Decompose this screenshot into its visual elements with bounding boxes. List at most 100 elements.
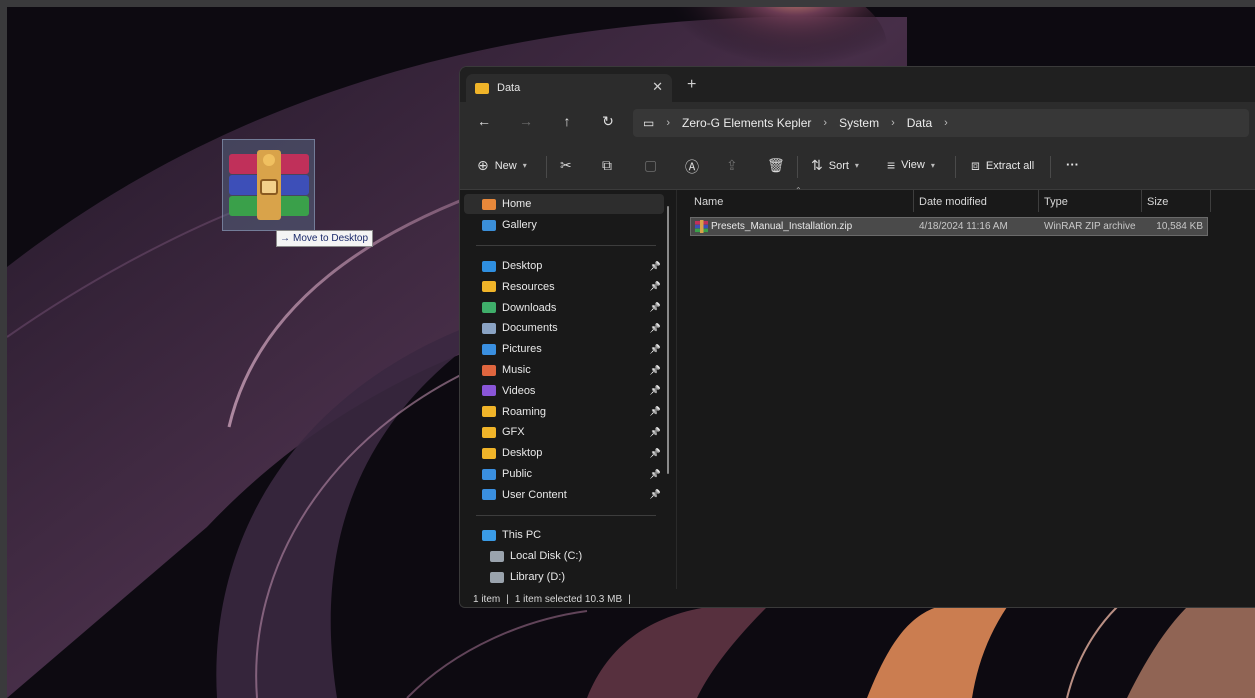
pin-icon[interactable]: 📌 (650, 323, 661, 334)
pin-icon[interactable]: 📌 (650, 385, 661, 396)
tab-data[interactable]: Data ✕ (466, 74, 672, 102)
refresh-icon[interactable]: ↻ (598, 113, 618, 130)
sidebar-item[interactable]: Desktop 📌 (464, 443, 664, 463)
chevron-right-icon[interactable]: › (891, 117, 895, 129)
up-arrow-icon[interactable]: ↑ (557, 113, 577, 129)
sort-icon: ⇅ (811, 157, 823, 173)
close-tab-icon[interactable]: ✕ (652, 79, 663, 95)
column-header-type[interactable]: Type (1044, 196, 1068, 208)
chevron-right-icon[interactable]: › (944, 117, 948, 129)
sidebar-item-label: Local Disk (C:) (510, 550, 583, 562)
sidebar-item[interactable]: Local Disk (C:) (464, 546, 664, 566)
breadcrumb[interactable]: ▭ › Zero-G Elements Kepler › System › Da… (633, 109, 1249, 137)
address-bar: ← → ↑ ↻ ▭ › Zero-G Elements Kepler › Sys… (460, 102, 1255, 144)
paste-icon[interactable]: ▢ (644, 157, 657, 174)
sidebar-item[interactable]: Resources 📌 (464, 277, 664, 297)
pin-icon[interactable]: 📌 (650, 302, 661, 313)
forward-arrow-icon[interactable]: → (516, 113, 536, 129)
chevron-right-icon[interactable]: › (666, 117, 670, 129)
sidebar-item[interactable]: Music 📌 (464, 360, 664, 380)
back-arrow-icon[interactable]: ← (474, 113, 494, 129)
breadcrumb-item[interactable]: System (839, 116, 879, 130)
sidebar-divider (476, 245, 656, 246)
sidebar-item[interactable]: Public 📌 (464, 464, 664, 484)
sidebar-item-label: Desktop (502, 447, 543, 460)
view-label: View (901, 159, 925, 171)
sidebar-item[interactable]: GFX 📌 (464, 422, 664, 442)
view-button[interactable]: ≡ View ▾ (887, 157, 935, 173)
copy-icon[interactable]: ⧉ (602, 157, 612, 174)
extract-all-button[interactable]: ⧈ Extract all (971, 157, 1034, 174)
sidebar-item-label: This PC (502, 529, 542, 541)
breadcrumb-item[interactable]: Zero-G Elements Kepler (682, 116, 811, 130)
column-header-size[interactable]: Size (1147, 196, 1168, 208)
sidebar-item[interactable]: Roaming 📌 (464, 402, 664, 422)
sidebar-item-label: User Content (502, 488, 567, 501)
status-separator: | (506, 593, 509, 605)
column-divider[interactable] (913, 190, 914, 212)
file-explorer-window[interactable]: Data ✕ + ← → ↑ ↻ ▭ › Zero-G Elements Kep… (459, 66, 1255, 608)
column-header-name[interactable]: Name (694, 196, 723, 208)
command-bar: ⊕ New ▾ ✂ ⧉ ▢ Ⓐ ⇪ 🗑 ⇅ Sort ▾ ≡ View ▾ ⧈ … (460, 144, 1255, 190)
delete-icon[interactable]: 🗑 (767, 157, 785, 174)
cut-icon[interactable]: ✂ (560, 157, 572, 174)
table-row[interactable]: Presets_Manual_Installation.zip 4/18/202… (690, 217, 1208, 236)
pin-icon[interactable]: 📌 (650, 427, 661, 438)
navigation-pane[interactable]: Home Gallery Desktop 📌 Resources 📌 Downloads 📌 D… (460, 190, 672, 589)
pane-divider[interactable] (676, 190, 677, 589)
pin-icon[interactable]: 📌 (650, 469, 661, 480)
file-size: 10,584 KB (1156, 221, 1203, 232)
pin-icon[interactable]: 📌 (650, 281, 661, 292)
pin-icon[interactable]: 📌 (650, 489, 661, 500)
sidebar-item[interactable]: Home (464, 194, 664, 214)
sidebar-item[interactable]: User Content 📌 (464, 485, 664, 505)
file-list[interactable]: ⌃ Name Date modified Type Size Presets_M… (678, 186, 1255, 589)
sidebar-item-label: Gallery (502, 219, 537, 231)
share-icon[interactable]: ⇪ (726, 157, 738, 174)
sidebar-item[interactable]: Documents 📌 (464, 318, 664, 338)
breadcrumb-item[interactable]: Data (907, 116, 932, 130)
sidebar.quick.0-icon-slot (482, 260, 496, 272)
sidebar-item[interactable]: Downloads 📌 (464, 298, 664, 318)
sidebar-item[interactable]: This PC (464, 525, 664, 545)
sidebar-item-label: Desktop (502, 260, 543, 272)
column-divider[interactable] (1210, 190, 1211, 212)
sidebar.quick.5-icon-slot (482, 364, 496, 376)
sidebar-item[interactable]: Library (D:) (464, 567, 664, 587)
monitor-icon[interactable]: ▭ (643, 116, 654, 130)
column-divider[interactable] (1038, 190, 1039, 212)
sidebar-item-label: Roaming (502, 405, 547, 418)
column-divider[interactable] (1141, 190, 1142, 212)
dragged-file[interactable] (222, 139, 315, 231)
pin-icon[interactable]: 📌 (650, 344, 661, 355)
status-separator: | (628, 593, 631, 605)
more-options-icon[interactable]: ··· (1066, 157, 1079, 172)
sidebar-item[interactable]: Gallery (464, 215, 664, 235)
new-tab-button[interactable]: + (687, 76, 696, 94)
sort-ascending-icon: ⌃ (795, 186, 802, 195)
sidebar-item[interactable]: Pictures 📌 (464, 339, 664, 359)
sidebar-item-label: Library (D:) (510, 571, 566, 583)
column-header-date[interactable]: Date modified (919, 196, 987, 208)
rename-icon[interactable]: Ⓐ (685, 157, 699, 177)
new-button[interactable]: ⊕ New ▾ (477, 157, 527, 174)
pin-icon[interactable]: 📌 (650, 406, 661, 417)
item-count: 1 item (473, 593, 501, 605)
sidebar-item[interactable]: Videos 📌 (464, 381, 664, 401)
sidebar.quick.2-icon-slot (482, 302, 496, 314)
sort-button[interactable]: ⇅ Sort ▾ (811, 157, 859, 174)
drag-tooltip-label: Move to Desktop (293, 233, 369, 244)
sidebar-scrollbar[interactable] (667, 206, 669, 474)
sidebar.quick.3-icon-slot (482, 322, 496, 334)
sidebar-item[interactable]: Desktop 📌 (464, 256, 664, 276)
folder-icon (475, 82, 489, 94)
chevron-right-icon[interactable]: › (823, 117, 827, 129)
file-name[interactable]: Presets_Manual_Installation.zip (711, 221, 852, 232)
pin-icon[interactable]: 📌 (650, 448, 661, 459)
pin-icon[interactable]: 📌 (650, 365, 661, 376)
sidebar.quick.4-icon-slot (482, 343, 496, 355)
pin-icon[interactable]: 📌 (650, 261, 661, 272)
sidebar-item-label: Downloads (502, 301, 557, 314)
sidebar.quick.1-icon-slot (482, 281, 496, 293)
selection-info: 1 item selected 10.3 MB (514, 593, 623, 605)
